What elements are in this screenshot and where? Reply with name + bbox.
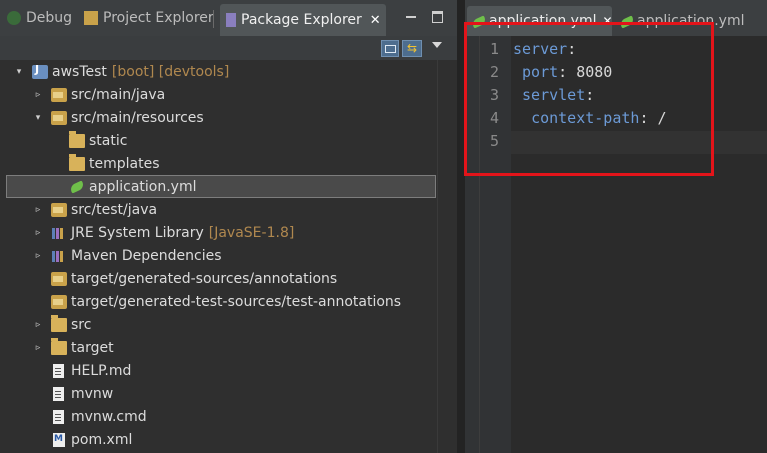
tree-item[interactable]: ▾ awsTest[boot] [devtools] — [0, 60, 437, 83]
tree-item-label: mvnw — [71, 385, 114, 402]
package-explorer-pane: Debug Project Explorer Package Explorer … — [0, 0, 458, 453]
tree-item-label: src/test/java — [71, 201, 158, 218]
tree-item[interactable]: ▹ Maven Dependencies — [0, 244, 437, 267]
source-folder-icon — [51, 202, 67, 217]
annotation-highlight-box — [464, 22, 714, 176]
tab-debug[interactable]: Debug — [7, 0, 72, 36]
collapse-all-icon[interactable] — [381, 40, 399, 57]
tab-package-explorer[interactable]: Package Explorer ✕ — [220, 4, 386, 36]
tree-item-label: target — [71, 339, 114, 356]
pom-file-icon — [53, 432, 65, 447]
tree-item-label: pom.xml — [71, 431, 133, 448]
tree-item-decoration: [JavaSE-1.8] — [208, 224, 295, 241]
tree-item-label: mvnw.cmd — [71, 408, 147, 425]
file-icon — [53, 363, 64, 378]
file-icon — [53, 409, 64, 424]
tree-item-label: templates — [89, 155, 160, 172]
expand-arrow-open-icon[interactable]: ▾ — [33, 113, 43, 123]
folder-icon — [51, 314, 67, 332]
debug-icon — [7, 11, 21, 25]
tree-item[interactable]: ▾ src/main/resources — [0, 106, 437, 129]
source-folder-icon — [51, 271, 67, 286]
close-icon[interactable]: ✕ — [370, 13, 381, 28]
file-icon — [53, 386, 64, 401]
library-icon — [51, 226, 67, 240]
maximize-icon[interactable] — [432, 11, 443, 23]
source-folder-icon — [51, 110, 67, 125]
project-icon — [32, 63, 48, 79]
expand-arrow-closed-icon[interactable]: ▹ — [33, 343, 43, 353]
tree-item-label: static — [89, 132, 128, 149]
yml-file-icon — [69, 180, 85, 194]
folder-icon — [51, 337, 67, 355]
view-tab-bar: Debug Project Explorer Package Explorer … — [0, 0, 457, 36]
tree-item[interactable]: HELP.md — [0, 359, 437, 382]
source-folder-icon — [51, 294, 67, 309]
package-tree: ▾ awsTest[boot] [devtools] ▹ src/main/java ▾… — [0, 60, 437, 453]
minimize-icon[interactable] — [406, 16, 416, 18]
tab-debug-label: Debug — [26, 10, 73, 26]
tree-item[interactable]: templates — [0, 152, 437, 175]
expand-arrow-closed-icon[interactable]: ▹ — [33, 228, 43, 238]
tree-item[interactable]: mvnw.cmd — [0, 405, 437, 428]
tree-item-label: src — [71, 316, 92, 333]
tree-item[interactable]: ▹ src/main/java — [0, 83, 437, 106]
tree-item[interactable]: target/generated-sources/annotations — [0, 267, 437, 290]
tree-item-label: application.yml — [89, 178, 197, 195]
tree-item-label: awsTest — [52, 63, 107, 80]
expand-arrow-closed-icon[interactable]: ▹ — [33, 90, 43, 100]
project-explorer-icon — [84, 11, 98, 25]
vertical-scrollbar[interactable] — [437, 60, 458, 453]
expand-arrow-closed-icon[interactable]: ▹ — [33, 320, 43, 330]
tree-item[interactable]: target/generated-test-sources/test-annot… — [0, 290, 437, 313]
tab-project-explorer-label: Project Explorer — [103, 10, 214, 26]
folder-icon — [69, 130, 85, 148]
folder-icon — [69, 153, 85, 171]
tree-item-label: JRE System Library — [71, 224, 204, 241]
tree-item-label: src/main/resources — [71, 109, 204, 126]
source-folder-icon — [51, 87, 67, 102]
tree-item[interactable]: static — [0, 129, 437, 152]
tree-item[interactable]: ▹ target — [0, 336, 437, 359]
tree-item-label: src/main/java — [71, 86, 166, 103]
package-explorer-icon — [226, 13, 236, 27]
tree-item[interactable]: ▹ src — [0, 313, 437, 336]
tree-item[interactable]: mvnw — [0, 382, 437, 405]
tree-item-label: HELP.md — [71, 362, 132, 379]
expand-arrow-open-icon[interactable]: ▾ — [14, 67, 24, 77]
tree-item[interactable]: ▹ JRE System Library [JavaSE-1.8] — [0, 221, 437, 244]
view-menu-chevron-down-icon[interactable] — [432, 42, 442, 48]
expand-arrow-closed-icon[interactable]: ▹ — [33, 251, 43, 261]
tab-project-explorer[interactable]: Project Explorer — [84, 0, 214, 36]
tab-package-explorer-label: Package Explorer — [241, 12, 362, 28]
tree-item-decoration: [boot] [devtools] — [111, 63, 230, 80]
tree-item-selected[interactable]: application.yml — [6, 175, 436, 198]
tab-separator — [213, 10, 214, 28]
expand-arrow-closed-icon[interactable]: ▹ — [33, 205, 43, 215]
tree-item-label: target/generated-test-sources/test-annot… — [71, 293, 402, 310]
tree-item-label: target/generated-sources/annotations — [71, 270, 338, 287]
library-icon — [51, 249, 67, 263]
link-with-editor-icon[interactable]: ⇆ — [402, 40, 422, 57]
tree-item[interactable]: ▹ src/test/java — [0, 198, 437, 221]
tree-item-label: Maven Dependencies — [71, 247, 222, 264]
tree-item[interactable]: pom.xml — [0, 428, 437, 451]
